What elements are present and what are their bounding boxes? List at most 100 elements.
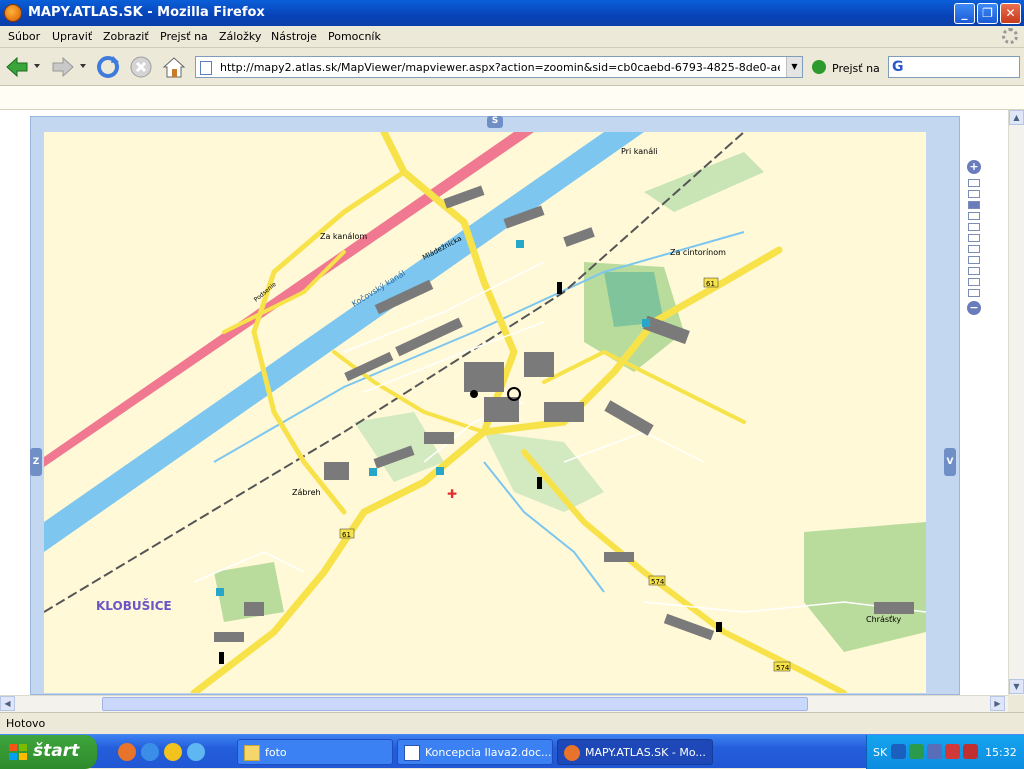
throbber-icon — [1002, 28, 1018, 44]
forward-icon[interactable] — [50, 54, 76, 80]
go-button[interactable]: Prejsť na — [832, 62, 880, 75]
word-document-icon — [404, 745, 420, 761]
menu-bookmarks[interactable]: Záložky — [219, 30, 261, 43]
scroll-left-button[interactable]: ◀ — [0, 696, 15, 711]
fuel-icon — [537, 477, 542, 489]
zoom-level-1[interactable] — [968, 179, 980, 187]
minimize-button[interactable]: _ — [954, 3, 975, 24]
restore-button[interactable]: ❐ — [977, 3, 998, 24]
label-za-kanalom: Za kanálom — [320, 232, 367, 241]
antivirus-icon[interactable] — [945, 744, 960, 759]
road-shield-574-south-label: 574 — [776, 664, 790, 672]
ie-quicklaunch-icon[interactable] — [141, 743, 159, 761]
zoom-level-9[interactable] — [968, 267, 980, 275]
scroll-right-button[interactable]: ▶ — [990, 696, 1005, 711]
hospital-icon: ✚ — [447, 487, 457, 501]
menu-file[interactable]: Súbor — [8, 30, 40, 43]
map-view[interactable]: 61 61 574 574 ✚ Za kanálom Pri kanáli Za… — [44, 132, 926, 693]
zoom-level-4[interactable] — [968, 212, 980, 220]
zoom-level-5[interactable] — [968, 223, 980, 231]
zoom-level-7[interactable] — [968, 245, 980, 253]
road-shield-61-west-label: 61 — [342, 531, 351, 539]
start-label: štart — [33, 741, 80, 761]
zoom-level-3[interactable] — [968, 201, 980, 209]
forward-dropdown-icon[interactable] — [79, 62, 87, 70]
url-bar[interactable]: http://mapy2.atlas.sk/MapViewer/mapviewe… — [195, 56, 803, 78]
label-za-cintorinom: Za cintorínom — [670, 248, 726, 257]
fuel-icon — [557, 282, 562, 294]
page-icon — [200, 61, 212, 75]
url-dropdown-button[interactable]: ▼ — [786, 57, 802, 77]
map-canvas[interactable]: 61 61 574 574 ✚ Za kanálom Pri kanáli Za… — [44, 132, 926, 693]
zoom-level-10[interactable] — [968, 278, 980, 286]
language-indicator[interactable]: SK — [873, 746, 887, 759]
back-icon[interactable] — [4, 54, 30, 80]
ati-icon[interactable] — [963, 744, 978, 759]
back-dropdown-icon[interactable] — [33, 62, 41, 70]
railway — [44, 132, 745, 613]
home-icon[interactable] — [161, 54, 187, 80]
close-button[interactable]: ✕ — [1000, 3, 1021, 24]
menu-edit[interactable]: Upraviť — [52, 30, 92, 43]
pan-east-button[interactable]: V — [944, 448, 956, 476]
label-chrastky: Chrásťky — [866, 615, 902, 624]
zoom-level-8[interactable] — [968, 256, 980, 264]
page-header-strip — [0, 86, 1024, 110]
url-text[interactable]: http://mapy2.atlas.sk/MapViewer/mapviewe… — [220, 61, 780, 74]
green-area-east — [804, 522, 926, 652]
firefox-quicklaunch-icon[interactable] — [118, 743, 136, 761]
label-klobusice: KLOBUŠICE — [96, 598, 172, 613]
sync-icon[interactable] — [909, 744, 924, 759]
window-titlebar: MAPY.ATLAS.SK - Mozilla Firefox _ ❐ ✕ — [0, 0, 1024, 26]
start-button[interactable]: štart — [0, 735, 97, 769]
search-box[interactable]: G — [888, 56, 1020, 78]
horizontal-scroll-thumb[interactable] — [102, 697, 808, 711]
clock: 15:32 — [985, 746, 1017, 759]
menu-help[interactable]: Pomocník — [328, 30, 381, 43]
display-icon[interactable] — [927, 744, 942, 759]
church-icon — [470, 390, 478, 398]
taskbar: štart foto Koncepcia Ilava2.doc... MAPY.… — [0, 734, 1024, 769]
scroll-down-button[interactable]: ▼ — [1009, 679, 1024, 694]
zoom-out-button[interactable]: − — [967, 301, 981, 315]
menu-view[interactable]: Zobraziť — [103, 30, 149, 43]
menu-tools[interactable]: Nástroje — [271, 30, 317, 43]
zoom-level-2[interactable] — [968, 190, 980, 198]
label-pri-kanali: Pri kanáli — [621, 147, 658, 156]
parking-icon — [642, 319, 650, 327]
fuel-icon — [716, 622, 722, 632]
go-icon[interactable] — [812, 60, 826, 74]
firefox-icon — [564, 745, 580, 761]
menu-bar: Súbor Upraviť Zobraziť Prejsť na Záložky… — [0, 26, 1024, 48]
green-area-north — [644, 152, 764, 212]
taskbar-item-firefox[interactable]: MAPY.ATLAS.SK - Mo... — [557, 739, 713, 765]
messenger-quicklaunch-icon[interactable] — [187, 743, 205, 761]
horizontal-scrollbar[interactable]: ◀ ▶ — [0, 695, 1008, 712]
folder-icon — [244, 745, 260, 761]
windows-flag-icon — [9, 744, 27, 760]
reload-icon[interactable] — [95, 54, 121, 80]
road-shield-574-north-label: 574 — [651, 578, 665, 586]
menu-go[interactable]: Prejsť na — [160, 30, 208, 43]
taskbar-item-word-document[interactable]: Koncepcia Ilava2.doc... — [397, 739, 553, 765]
status-text: Hotovo — [6, 717, 46, 730]
pan-west-button[interactable]: Z — [30, 448, 42, 476]
zoom-level-11[interactable] — [968, 289, 980, 297]
status-bar: Hotovo — [0, 712, 1024, 734]
taskbar-item-foto[interactable]: foto — [237, 739, 393, 765]
parking-icon — [436, 467, 444, 475]
stop-icon[interactable] — [128, 54, 154, 80]
system-tray: SK 15:32 — [866, 735, 1024, 769]
fuel-icon — [219, 652, 224, 664]
scroll-up-button[interactable]: ▲ — [1009, 110, 1024, 125]
zoom-level-6[interactable] — [968, 234, 980, 242]
zoom-in-button[interactable]: + — [967, 160, 981, 174]
window-title: MAPY.ATLAS.SK - Mozilla Firefox — [28, 5, 265, 20]
google-search-icon[interactable]: G — [892, 59, 904, 75]
vertical-scrollbar[interactable]: ▲ ▼ — [1008, 110, 1024, 695]
media-player-quicklaunch-icon[interactable] — [164, 743, 182, 761]
parking-icon — [516, 240, 524, 248]
parking-icon — [369, 468, 377, 476]
network-icon[interactable] — [891, 744, 906, 759]
pan-north-button[interactable]: S — [487, 116, 503, 128]
